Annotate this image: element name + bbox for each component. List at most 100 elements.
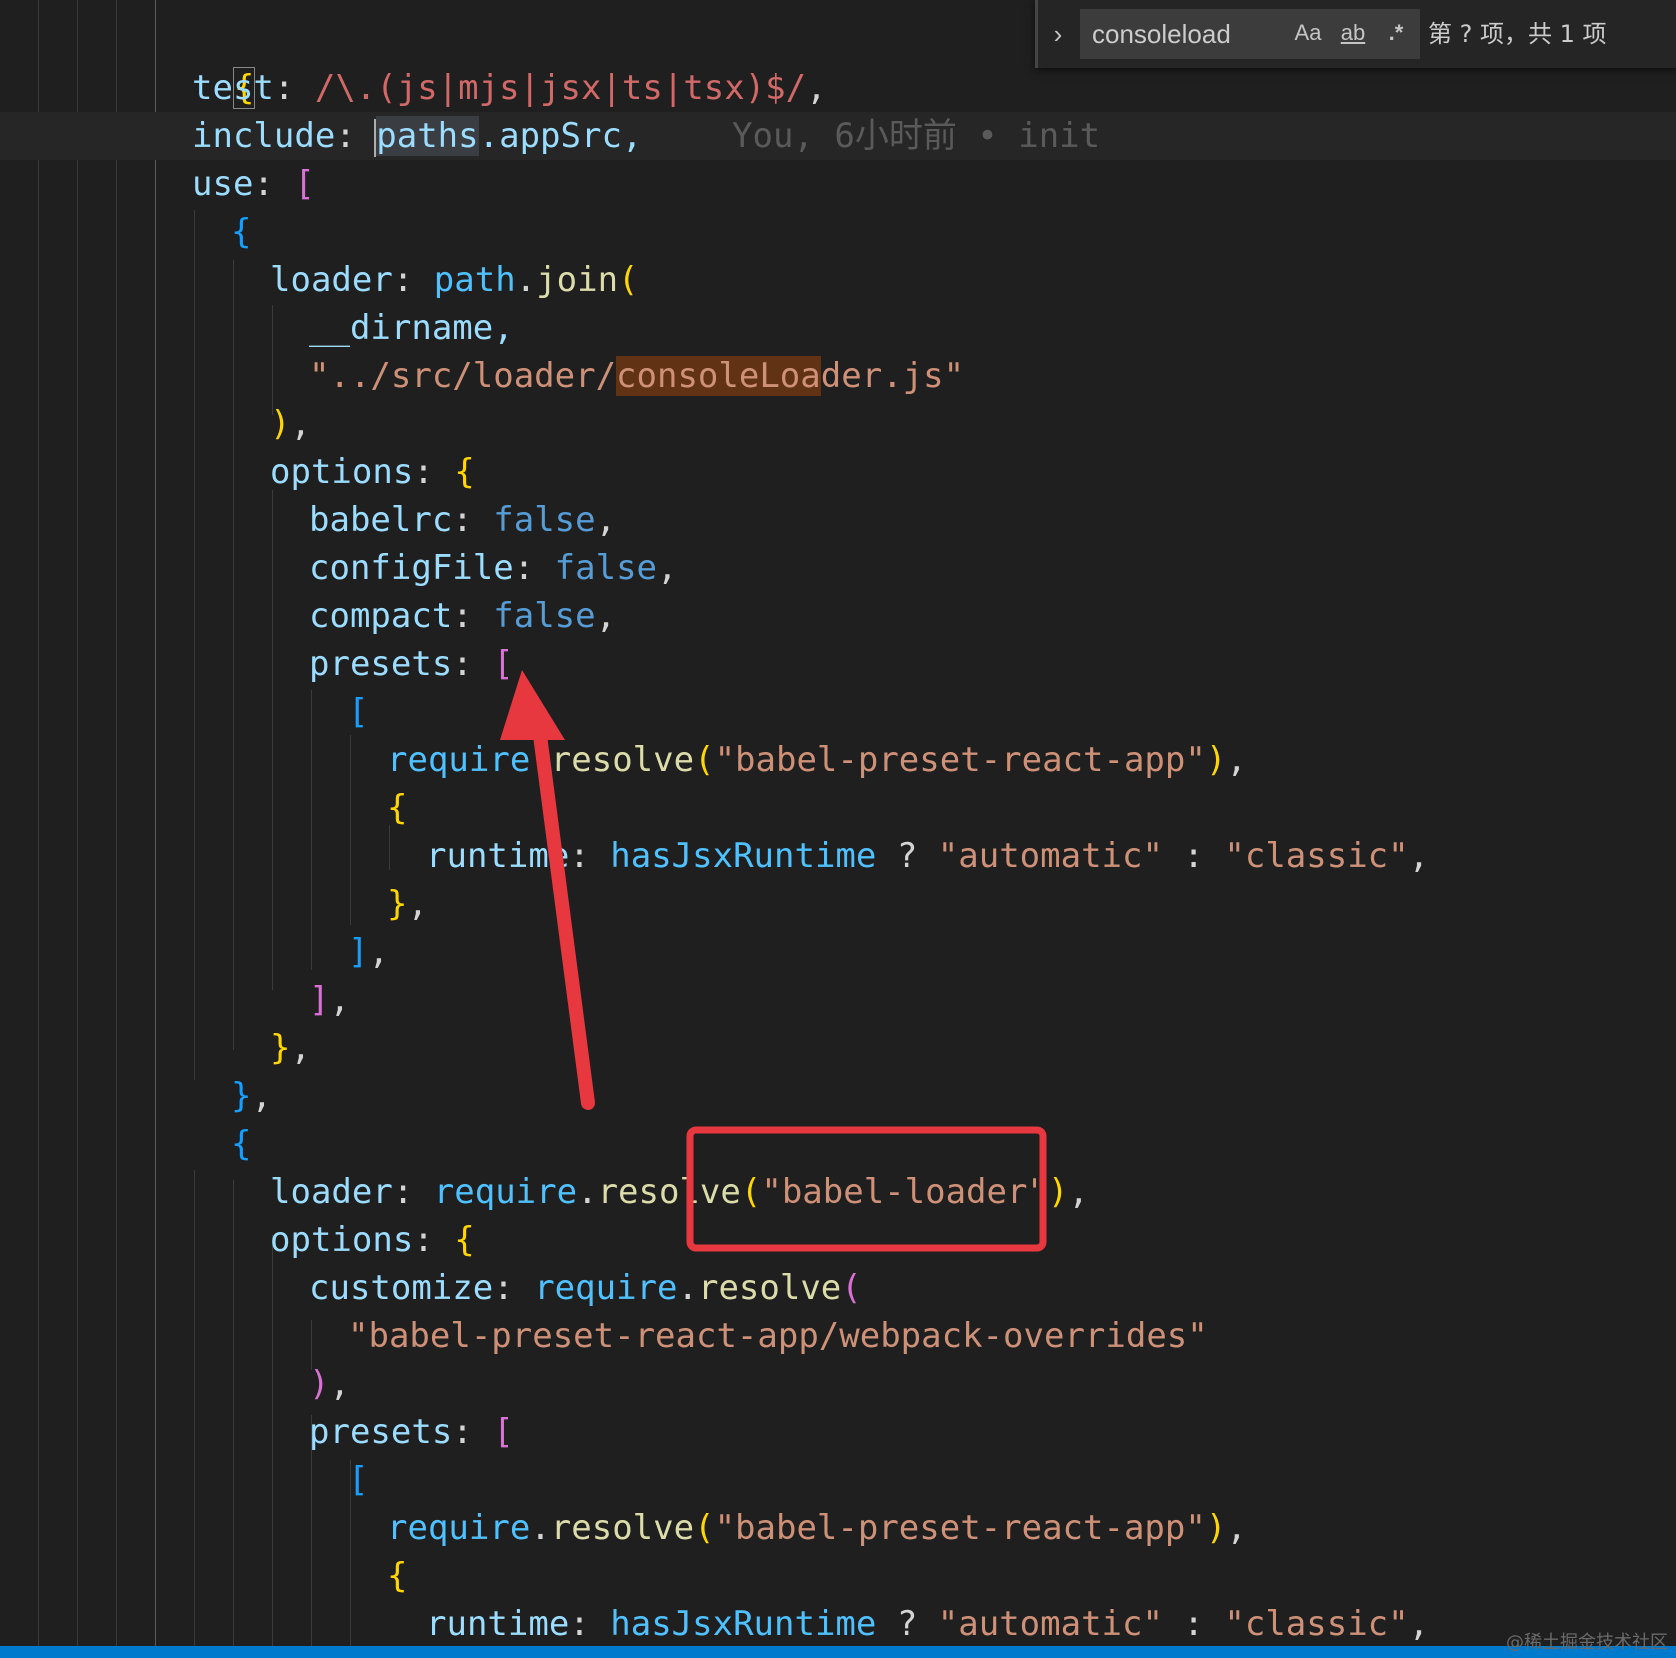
indent-guide xyxy=(194,1170,195,1646)
token: test xyxy=(192,68,274,108)
string-token: "automatic" xyxy=(937,836,1163,876)
code-line: compact: false, xyxy=(309,596,617,636)
code-line: ], xyxy=(309,980,350,1020)
string-token: "classic" xyxy=(1224,1604,1409,1644)
string-token: "babel-preset-react-app" xyxy=(714,1508,1206,1548)
code-line: presets: [ xyxy=(309,644,514,684)
whole-word-button[interactable]: ab xyxy=(1334,14,1372,52)
string-token: "babel-preset-react-app" xyxy=(714,740,1206,780)
token: aths xyxy=(396,116,479,156)
token: require xyxy=(387,740,531,780)
code-line: include: paths.appSrc, xyxy=(192,116,643,157)
string-token: "../src/loader/ xyxy=(309,356,617,396)
indent-guide xyxy=(194,210,195,1080)
token: resolve xyxy=(697,1268,842,1308)
string-token: der.js" xyxy=(820,356,965,396)
token: p xyxy=(376,116,397,156)
token: presets xyxy=(309,1412,453,1452)
token: resolve xyxy=(550,1508,695,1548)
token: loader xyxy=(270,1172,393,1212)
code-line: presets: [ xyxy=(309,1412,514,1452)
token: join xyxy=(536,260,619,300)
bracket: { xyxy=(231,212,252,252)
indent-guide xyxy=(233,260,234,1050)
code-line: { xyxy=(231,208,251,256)
code-line: test: /\.(js|mjs|jsx|ts|tsx)$/, xyxy=(192,68,827,108)
keyword-token: false xyxy=(493,500,596,540)
blame-text: You, 6小时前 • init xyxy=(732,116,1101,156)
code-line: "../src/loader/consoleLoader.js" xyxy=(309,352,964,400)
code-line: options: { xyxy=(270,452,475,492)
code-editor[interactable]: { test: /\.(js|mjs|jsx|ts|tsx)$/, includ… xyxy=(0,0,1676,1646)
status-bar xyxy=(0,1646,1676,1658)
token: babelrc xyxy=(309,500,453,540)
find-match-highlight: consoleLoa xyxy=(616,356,821,396)
code-line: require.resolve("babel-preset-react-app"… xyxy=(387,740,1247,780)
token: require xyxy=(534,1268,678,1308)
token: configFile xyxy=(309,548,514,588)
code-line: ], xyxy=(348,932,389,972)
indent-guide xyxy=(350,735,351,925)
string-token: "classic" xyxy=(1224,836,1409,876)
indent-guide-active xyxy=(155,0,156,1646)
code-line: }, xyxy=(270,1028,311,1068)
match-case-button[interactable]: Aa xyxy=(1290,14,1326,52)
token: runtime xyxy=(426,836,570,876)
string-token: "automatic" xyxy=(937,1604,1163,1644)
token: presets xyxy=(309,644,453,684)
token: __dirname, xyxy=(309,308,514,348)
code-line: options: { xyxy=(270,1220,475,1260)
indent-guide xyxy=(272,305,273,415)
code-line: babelrc: false, xyxy=(309,500,617,540)
token: compact xyxy=(309,596,453,636)
code-line: loader: path.join( xyxy=(270,260,639,300)
token: use xyxy=(192,164,254,204)
indent-guide xyxy=(272,490,273,990)
indent-guide xyxy=(272,1235,273,1646)
find-widget: › Aa ab .* 第 ? 项，共 1 项 xyxy=(1035,0,1676,68)
string-token: "babel-preset-react-app/webpack-override… xyxy=(348,1316,1208,1356)
code-line: configFile: false, xyxy=(309,548,678,588)
code-line: use: [ xyxy=(192,164,315,204)
regex-token: /\.(js|mjs|jsx|ts|tsx)$/ xyxy=(314,68,807,108)
regex-button[interactable]: .* xyxy=(1378,14,1414,52)
token: hasJsxRuntime xyxy=(610,836,877,876)
token: path xyxy=(433,260,516,300)
token: require xyxy=(387,1508,531,1548)
code-line: runtime: hasJsxRuntime ? "automatic" : "… xyxy=(426,1604,1430,1644)
code-line: ), xyxy=(270,404,311,444)
indent-guide xyxy=(311,690,312,970)
token: customize xyxy=(309,1268,494,1308)
token: options xyxy=(270,452,414,492)
keyword-token: false xyxy=(493,596,596,636)
indent-guide xyxy=(116,0,117,1646)
code-line: loader: require.resolve("babel-loader"), xyxy=(270,1172,1089,1212)
indent-guide xyxy=(38,0,39,1646)
code-line: "babel-preset-react-app/webpack-override… xyxy=(348,1312,1208,1360)
git-blame: You, 6小时前 • init xyxy=(732,112,1100,160)
code-line: __dirname, xyxy=(309,304,514,352)
token: resolve xyxy=(550,740,695,780)
string-token: "babel-loader" xyxy=(761,1172,1048,1212)
code-line: { xyxy=(387,1556,408,1596)
find-result-count: 第 ? 项，共 1 项 xyxy=(1428,20,1607,48)
indent-guide xyxy=(233,1180,234,1646)
code-line: [ xyxy=(348,692,369,732)
code-line: { xyxy=(231,1124,252,1164)
code-line: ), xyxy=(309,1364,350,1404)
code-line: { xyxy=(387,788,408,828)
code-line: { xyxy=(152,16,256,109)
token: require xyxy=(433,1172,578,1212)
toggle-replace-chevron-icon[interactable]: › xyxy=(1046,18,1070,50)
token: runtime xyxy=(426,1604,570,1644)
token: .appSrc, xyxy=(478,116,643,156)
code-line: runtime: hasJsxRuntime ? "automatic" : "… xyxy=(426,836,1430,876)
watermark: @稀土掘金技术社区 xyxy=(1506,1632,1668,1653)
code-line: [ xyxy=(348,1460,369,1500)
token: include xyxy=(192,116,336,156)
code-line: }, xyxy=(387,884,428,924)
code-line: }, xyxy=(231,1076,272,1116)
token: options xyxy=(270,1220,414,1260)
code-line: require.resolve("babel-preset-react-app"… xyxy=(387,1508,1247,1548)
code-line: customize: require.resolve( xyxy=(309,1268,862,1308)
